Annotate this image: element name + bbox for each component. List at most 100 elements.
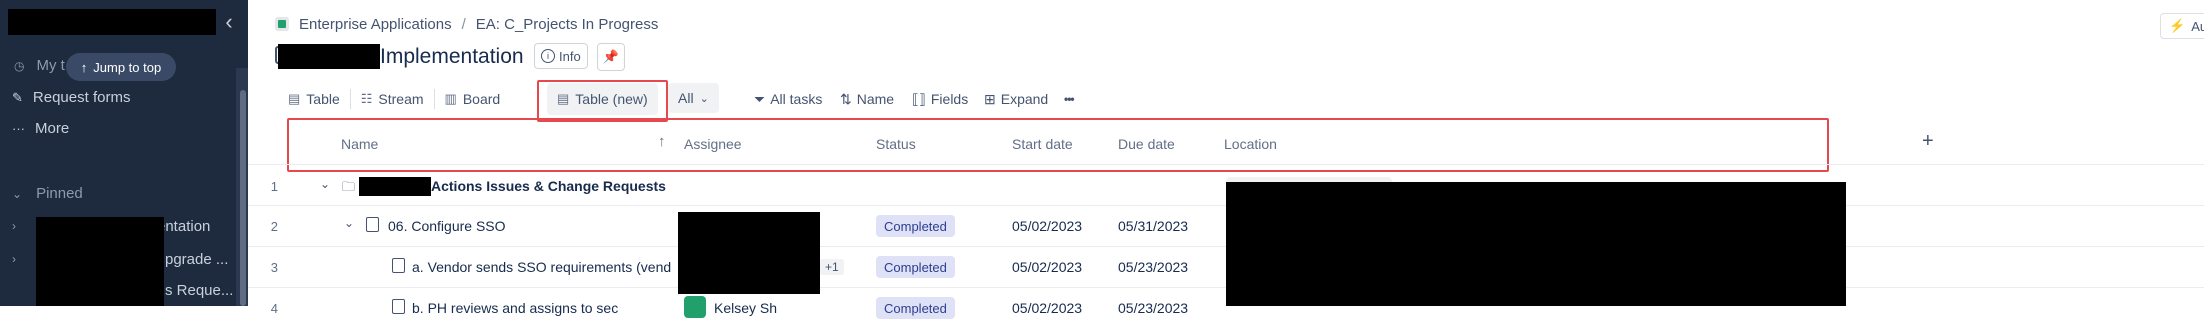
column-header-assignee[interactable]: Assignee [684, 136, 742, 152]
tab-label: Stream [378, 91, 424, 107]
more-options-button[interactable]: ••• [1064, 83, 1075, 115]
all-tasks-filter-button[interactable]: ⏷ All tasks [754, 83, 822, 115]
all-tasks-label: All tasks [770, 91, 823, 107]
status-badge[interactable]: Completed [876, 256, 955, 278]
tab-stream[interactable]: ☷ Stream [351, 83, 434, 115]
expand-label: Expand [1000, 91, 1049, 107]
assignee-overflow-count[interactable]: +1 [820, 259, 844, 275]
fields-label: Fields [930, 91, 969, 107]
subtask-icon [392, 299, 405, 314]
assignee-name[interactable]: Kelsey Sh [714, 300, 777, 316]
column-header-due-date[interactable]: Due date [1118, 136, 1175, 152]
sidebar-item-label: Request forms [32, 89, 131, 106]
my-tasks-icon: ◷ [14, 58, 25, 73]
sidebar: ‹ ◷ My t ↑ Jump to top ✎ Request forms ·… [0, 0, 248, 306]
location-redacted [1226, 182, 1846, 306]
chevron-right-icon: › [12, 252, 16, 266]
info-label: Info [559, 48, 581, 64]
sort-name-label: Name [856, 91, 895, 107]
subtask-icon [392, 258, 405, 273]
view-filter-dropdown[interactable]: All ⌄ [668, 83, 719, 113]
pinned-item-label: s Reque... [165, 282, 234, 299]
stream-icon: ☷ [360, 91, 373, 106]
assignee-redacted [678, 212, 820, 294]
tab-label: Board [462, 91, 501, 107]
pin-icon: 📌 [602, 49, 620, 64]
tab-label: Table (new) [575, 91, 648, 107]
row-name[interactable]: b. PH reviews and assigns to sec [412, 300, 618, 316]
filter-icon: ⏷ [754, 90, 766, 107]
column-header-location[interactable]: Location [1224, 136, 1277, 152]
collapse-sidebar-button[interactable]: ‹ [218, 8, 240, 36]
breadcrumb-item[interactable]: Enterprise Applications [299, 16, 452, 33]
ellipsis-icon: ••• [1064, 92, 1075, 106]
breadcrumb: Enterprise Applications / EA: C_Projects… [275, 13, 658, 35]
workspace-name-redacted [8, 9, 216, 35]
portfolio-icon [275, 17, 289, 31]
folder-icon: 🗀 [342, 179, 356, 194]
info-icon: i [541, 49, 555, 63]
arrow-up-icon: ↑ [80, 59, 88, 75]
pinned-item-label: entation [157, 218, 211, 235]
sidebar-item-more[interactable]: ··· More [12, 120, 69, 137]
jump-to-top-label: Jump to top [93, 59, 162, 75]
view-filter-label: All [678, 90, 694, 106]
chevron-down-icon[interactable]: ⌄ [344, 216, 354, 230]
table-icon: ▤ [288, 91, 301, 106]
expand-button[interactable]: ⊞ Expand [984, 83, 1048, 115]
row-number: 1 [270, 179, 278, 194]
pinned-items-redacted [36, 217, 164, 306]
sort-icon: ⇅ [840, 90, 852, 107]
row-number: 2 [270, 219, 278, 234]
tab-table[interactable]: ▤ Table [278, 83, 350, 115]
task-icon [366, 217, 379, 232]
fields-icon: ⟦⟧ [912, 90, 926, 107]
header-bottom-border [248, 164, 2204, 165]
top-right-label: Au [2191, 18, 2204, 34]
form-icon: ✎ [12, 89, 23, 105]
assignee-avatar [684, 296, 706, 318]
start-date[interactable]: 05/02/2023 [1012, 300, 1082, 316]
chevron-down-icon[interactable]: ⌄ [320, 177, 330, 191]
status-badge[interactable]: Completed [876, 215, 955, 237]
pinned-item-label: pgrade ... [165, 251, 229, 268]
row-number: 3 [270, 260, 278, 275]
column-header-status[interactable]: Status [876, 136, 916, 152]
top-right-button[interactable]: ⚡ Au [2160, 13, 2204, 39]
chevron-down-icon: ⌄ [12, 186, 23, 201]
breadcrumb-item[interactable]: EA: C_Projects In Progress [476, 16, 659, 33]
column-header-start-date[interactable]: Start date [1012, 136, 1073, 152]
chevron-right-icon: › [12, 219, 16, 233]
due-date[interactable]: 05/31/2023 [1118, 218, 1188, 234]
jump-to-top-button[interactable]: ↑ Jump to top [66, 53, 176, 81]
sidebar-section-label: Pinned [36, 185, 83, 202]
start-date[interactable]: 05/02/2023 [1012, 259, 1082, 275]
sidebar-section-pinned[interactable]: ⌄ Pinned [12, 185, 83, 202]
tab-board[interactable]: ▥ Board [435, 83, 511, 115]
sidebar-item-request-forms[interactable]: ✎ Request forms [12, 89, 130, 106]
fields-button[interactable]: ⟦⟧ Fields [912, 83, 968, 115]
sidebar-item-my-tasks[interactable]: ◷ My t [14, 57, 65, 74]
chevron-down-icon: ⌄ [699, 92, 709, 105]
page-title[interactable]: Implementation [380, 45, 524, 69]
view-tabs: ▤ Table ☷ Stream ▥ Board [278, 83, 510, 115]
column-header-name[interactable]: Name [341, 136, 378, 152]
row-name[interactable]: 06. Configure SSO [388, 218, 506, 234]
tab-table-new[interactable]: ▤ Table (new) [547, 83, 658, 115]
sort-name-button[interactable]: ⇅ Name [840, 83, 894, 115]
add-column-button[interactable]: + [1922, 130, 1934, 153]
info-button[interactable]: i Info [534, 43, 588, 69]
sidebar-scrollbar-thumb[interactable] [240, 90, 246, 306]
expand-icon: ⊞ [984, 90, 996, 107]
row-name[interactable]: Actions Issues & Change Requests [431, 178, 666, 194]
due-date[interactable]: 05/23/2023 [1118, 300, 1188, 316]
group-name-redacted [359, 177, 431, 196]
breadcrumb-separator: / [461, 15, 466, 33]
status-badge[interactable]: Completed [876, 297, 955, 319]
tab-label: Table [306, 91, 340, 107]
title-redacted [278, 44, 380, 69]
due-date[interactable]: 05/23/2023 [1118, 259, 1188, 275]
sort-ascending-icon[interactable]: ↑ [658, 133, 666, 150]
pin-button[interactable]: 📌 [597, 43, 625, 71]
start-date[interactable]: 05/02/2023 [1012, 218, 1082, 234]
